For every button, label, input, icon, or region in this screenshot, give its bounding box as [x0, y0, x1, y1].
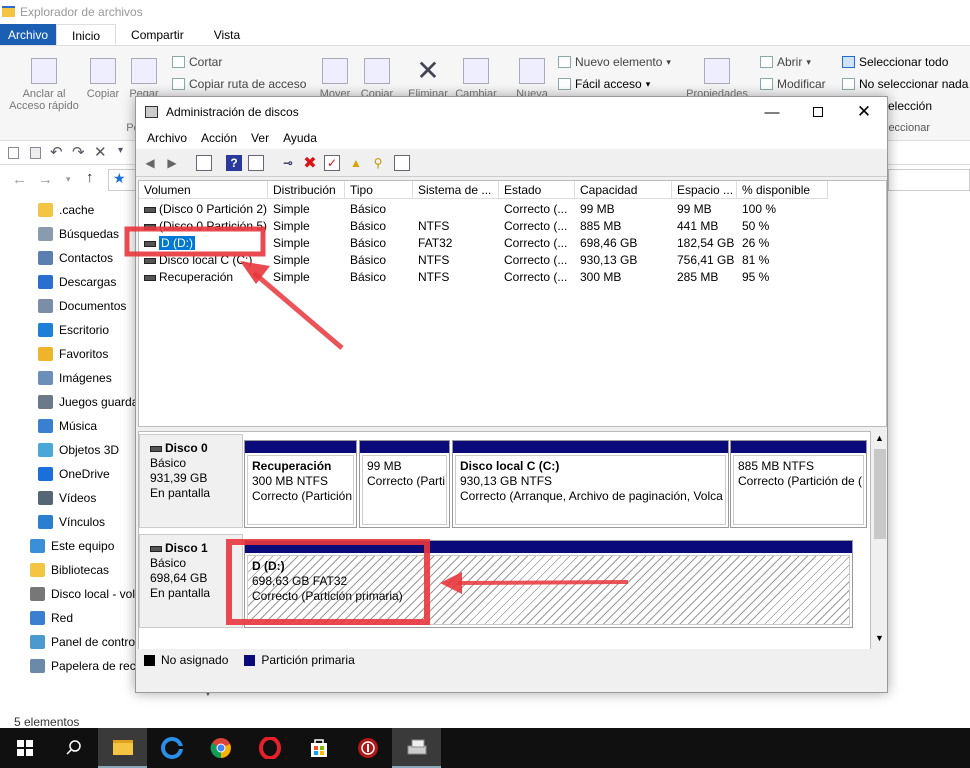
annotation-overlay: [124, 226, 629, 625]
annotation-box-partition-d: [226, 539, 430, 625]
annotation-arrow-partition: [457, 580, 629, 585]
annotation-arrowhead-partition: [440, 572, 462, 594]
annotation-arrow-volume: [252, 271, 344, 350]
annotation-box-volume-d: [124, 226, 266, 257]
